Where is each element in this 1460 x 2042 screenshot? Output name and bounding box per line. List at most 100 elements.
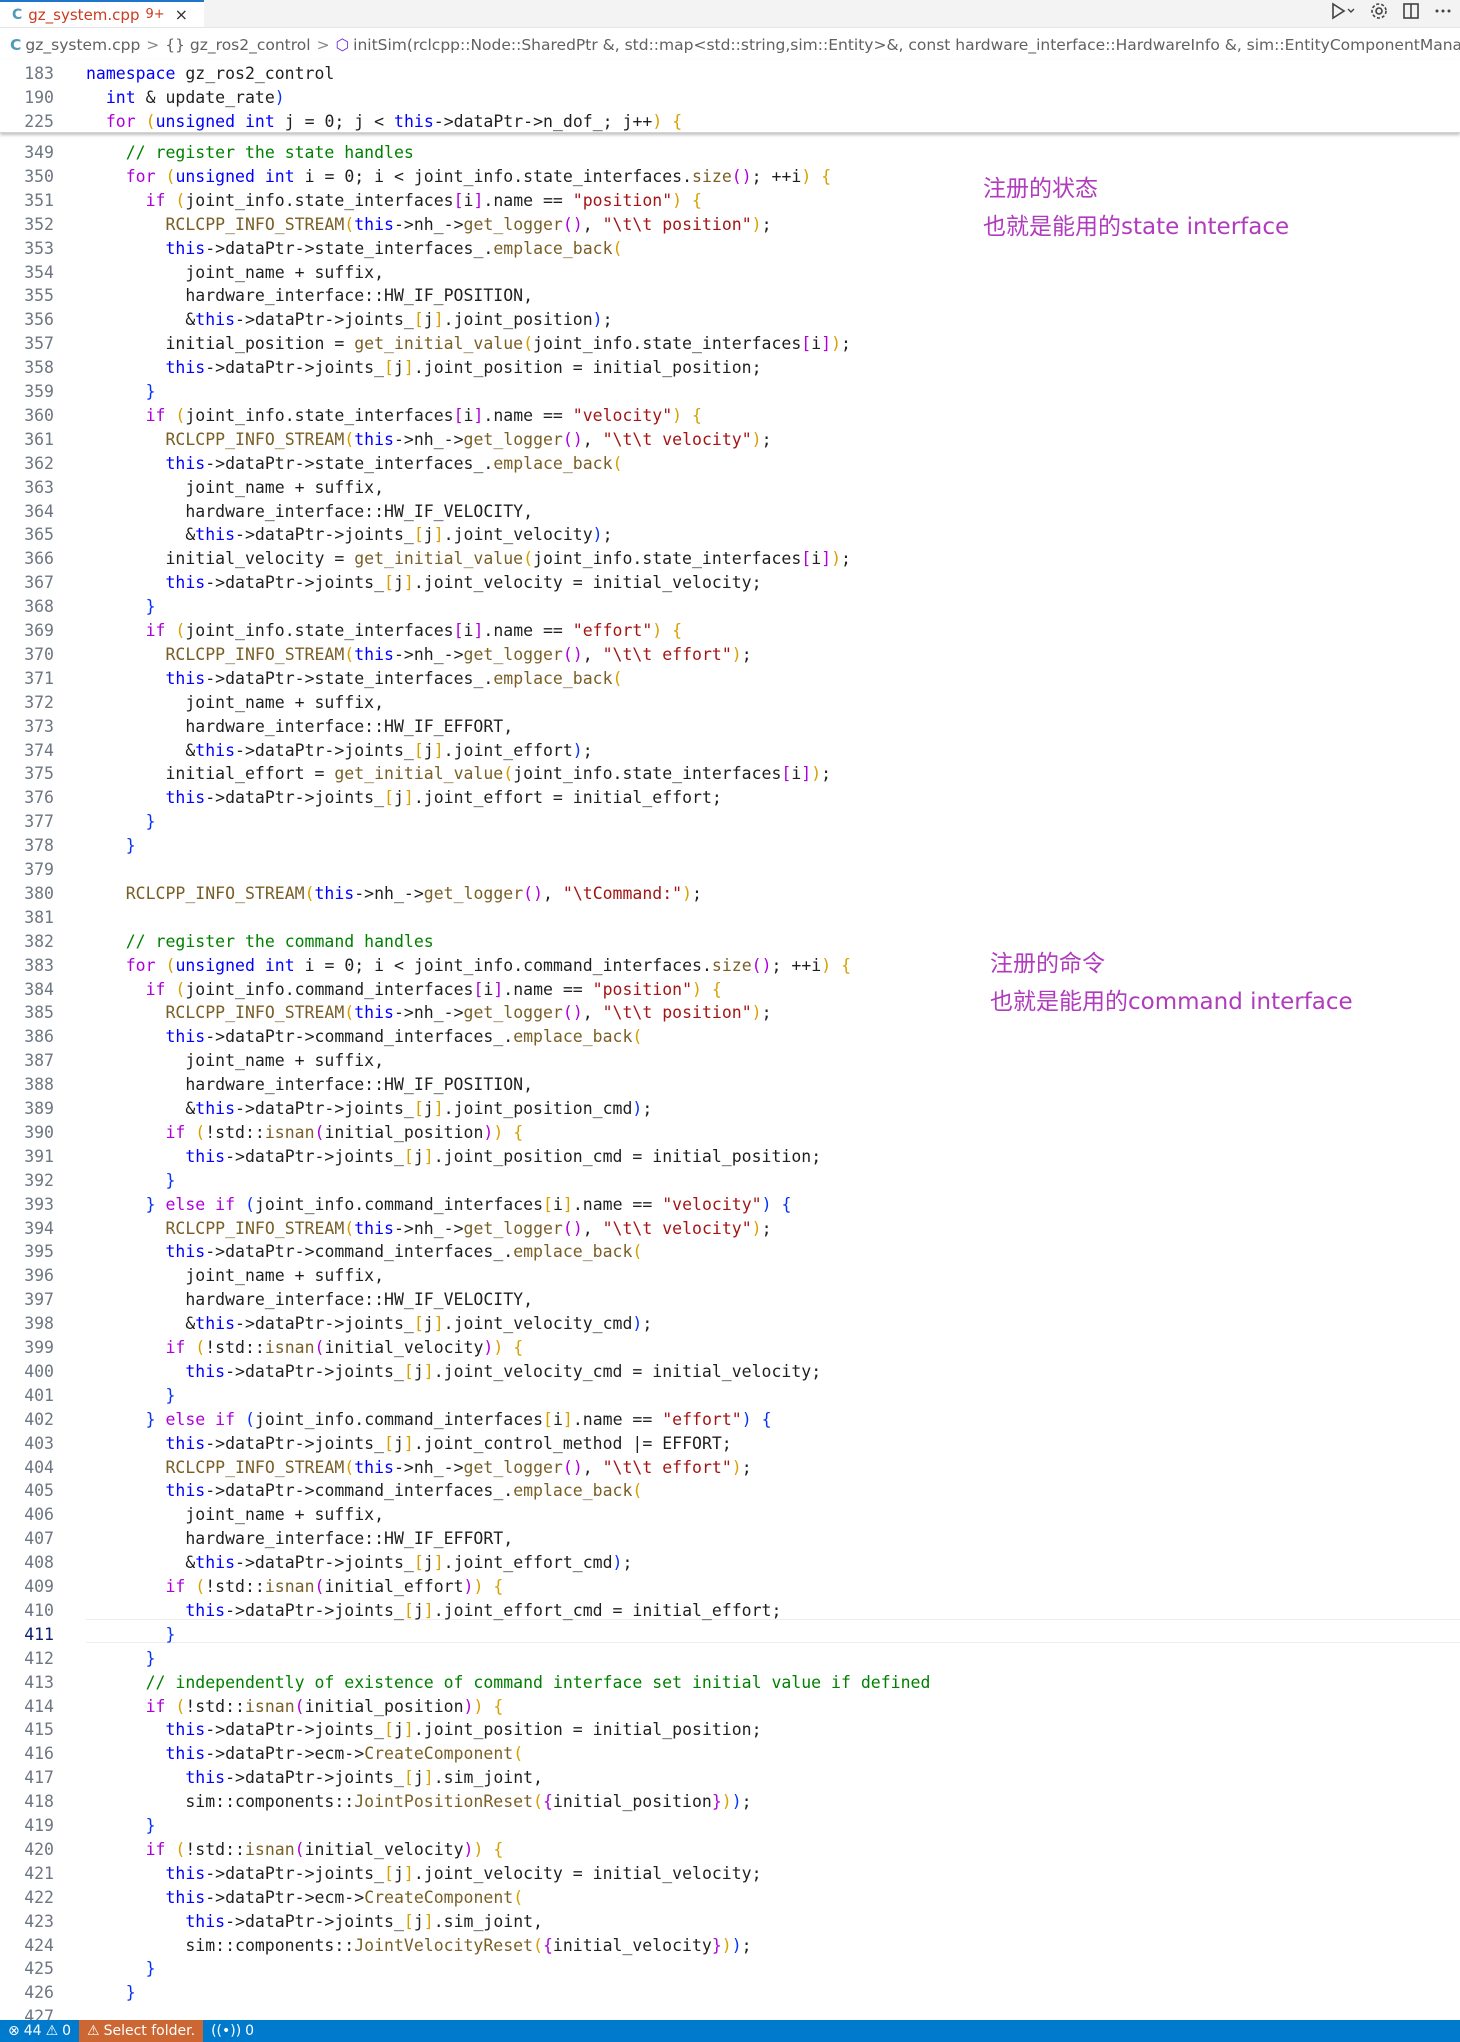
code-line[interactable]: 369 if (joint_info.state_interfaces[i].n… xyxy=(0,619,1460,643)
breadcrumb-symbol[interactable]: initSim(rclcpp::Node::SharedPtr &, std::… xyxy=(353,36,1460,54)
code-line[interactable]: 426 } xyxy=(0,1981,1460,2005)
code-line[interactable]: 364 hardware_interface::HW_IF_VELOCITY, xyxy=(0,500,1460,524)
code-line[interactable]: 379 xyxy=(0,858,1460,882)
code-line[interactable]: 358 this->dataPtr->joints_[j].joint_posi… xyxy=(0,356,1460,380)
code-line[interactable]: 394 RCLCPP_INFO_STREAM(this->nh_->get_lo… xyxy=(0,1217,1460,1241)
code-line[interactable]: 386 this->dataPtr->command_interfaces_.e… xyxy=(0,1025,1460,1049)
code-line[interactable]: 381 xyxy=(0,906,1460,930)
code-line[interactable]: 416 this->dataPtr->ecm->CreateComponent( xyxy=(0,1742,1460,1766)
code-line[interactable]: 411 } xyxy=(0,1623,1460,1647)
more-icon[interactable] xyxy=(1434,2,1452,25)
code-line[interactable]: 376 this->dataPtr->joints_[j].joint_effo… xyxy=(0,786,1460,810)
select-folder-button[interactable]: ⚠ Select folder. xyxy=(79,2020,204,2042)
code-line[interactable]: 362 this->dataPtr->state_interfaces_.emp… xyxy=(0,452,1460,476)
breadcrumb-namespace[interactable]: {} gz_ros2_control xyxy=(165,36,310,54)
chevron-right-icon: > xyxy=(146,36,160,54)
code-line[interactable]: 360 if (joint_info.state_interfaces[i].n… xyxy=(0,404,1460,428)
code-line[interactable]: 395 this->dataPtr->command_interfaces_.e… xyxy=(0,1240,1460,1264)
code-line[interactable]: 367 this->dataPtr->joints_[j].joint_velo… xyxy=(0,571,1460,595)
run-icon[interactable] xyxy=(1330,2,1356,25)
code-line[interactable]: 356 &this->dataPtr->joints_[j].joint_pos… xyxy=(0,308,1460,332)
split-editor-icon[interactable] xyxy=(1402,2,1420,25)
code-line[interactable]: 390 if (!std::isnan(initial_position)) { xyxy=(0,1121,1460,1145)
line-code: for (unsigned int i = 0; i < joint_info.… xyxy=(125,955,852,975)
code-line[interactable]: 377 } xyxy=(0,810,1460,834)
line-code: for (unsigned int j = 0; j < this->dataP… xyxy=(105,112,683,131)
code-line[interactable]: 407 hardware_interface::HW_IF_EFFORT, xyxy=(0,1527,1460,1551)
code-line[interactable]: 410 this->dataPtr->joints_[j].joint_effo… xyxy=(0,1599,1460,1623)
code-line[interactable]: 406 joint_name + suffix, xyxy=(0,1503,1460,1527)
code-line[interactable]: 370 RCLCPP_INFO_STREAM(this->nh_->get_lo… xyxy=(0,643,1460,667)
code-line[interactable]: 419 } xyxy=(0,1814,1460,1838)
ports-status[interactable]: ((•)) 0 xyxy=(203,2020,262,2042)
code-line[interactable]: 408 &this->dataPtr->joints_[j].joint_eff… xyxy=(0,1551,1460,1575)
problems-status[interactable]: ⊗ 44 ⚠ 0 xyxy=(0,2020,79,2042)
code-line[interactable]: 372 joint_name + suffix, xyxy=(0,691,1460,715)
code-line[interactable]: 349 // register the state handles xyxy=(0,141,1460,165)
sticky-code-line[interactable]: 225 for (unsigned int j = 0; j < this->d… xyxy=(0,110,1460,134)
code-line[interactable]: 414 if (!std::isnan(initial_position)) { xyxy=(0,1695,1460,1719)
code-line[interactable]: 393 } else if (joint_info.command_interf… xyxy=(0,1193,1460,1217)
code-line[interactable]: 373 hardware_interface::HW_IF_EFFORT, xyxy=(0,715,1460,739)
sticky-code-line[interactable]: 190 int & update_rate) xyxy=(0,86,1460,110)
code-line[interactable]: 391 this->dataPtr->joints_[j].joint_posi… xyxy=(0,1145,1460,1169)
code-line[interactable]: 404 RCLCPP_INFO_STREAM(this->nh_->get_lo… xyxy=(0,1456,1460,1480)
code-line[interactable]: 403 this->dataPtr->joints_[j].joint_cont… xyxy=(0,1432,1460,1456)
code-line[interactable]: 388 hardware_interface::HW_IF_POSITION, xyxy=(0,1073,1460,1097)
code-line[interactable]: 409 if (!std::isnan(initial_effort)) { xyxy=(0,1575,1460,1599)
breadcrumb-file[interactable]: gz_system.cpp xyxy=(25,36,140,54)
line-number: 366 xyxy=(24,549,54,569)
code-line[interactable]: 359 } xyxy=(0,380,1460,404)
line-number: 378 xyxy=(24,836,54,856)
code-line[interactable]: 405 this->dataPtr->command_interfaces_.e… xyxy=(0,1479,1460,1503)
code-line[interactable]: 387 joint_name + suffix, xyxy=(0,1049,1460,1073)
code-line[interactable]: 423 this->dataPtr->joints_[j].sim_joint, xyxy=(0,1910,1460,1934)
code-line[interactable]: 354 joint_name + suffix, xyxy=(0,261,1460,285)
tab-gz-system-cpp[interactable]: C gz_system.cpp 9+ × xyxy=(0,0,204,27)
code-line[interactable]: 363 joint_name + suffix, xyxy=(0,476,1460,500)
code-line[interactable]: 422 this->dataPtr->ecm->CreateComponent( xyxy=(0,1886,1460,1910)
code-line[interactable]: 413 // independently of existence of com… xyxy=(0,1671,1460,1695)
code-line[interactable]: 399 if (!std::isnan(initial_velocity)) { xyxy=(0,1336,1460,1360)
line-number: 424 xyxy=(24,1935,54,1955)
code-line[interactable]: 398 &this->dataPtr->joints_[j].joint_vel… xyxy=(0,1312,1460,1336)
code-line[interactable]: 425 } xyxy=(0,1957,1460,1981)
code-line[interactable]: 375 initial_effort = get_initial_value(j… xyxy=(0,762,1460,786)
code-line[interactable]: 357 initial_position = get_initial_value… xyxy=(0,332,1460,356)
close-icon[interactable]: × xyxy=(175,5,188,24)
code-line[interactable]: 368 } xyxy=(0,595,1460,619)
line-code: RCLCPP_INFO_STREAM(this->nh_->get_logger… xyxy=(165,644,752,664)
code-line[interactable]: 417 this->dataPtr->joints_[j].sim_joint, xyxy=(0,1766,1460,1790)
line-code: } xyxy=(165,1385,176,1405)
code-line[interactable]: 378 } xyxy=(0,834,1460,858)
code-line[interactable]: 355 hardware_interface::HW_IF_POSITION, xyxy=(0,284,1460,308)
line-code: &this->dataPtr->joints_[j].joint_positio… xyxy=(86,310,613,330)
code-line[interactable]: 361 RCLCPP_INFO_STREAM(this->nh_->get_lo… xyxy=(0,428,1460,452)
code-line[interactable]: 418 sim::components::JointPositionReset(… xyxy=(0,1790,1460,1814)
code-line[interactable]: 424 sim::components::JointVelocityReset(… xyxy=(0,1934,1460,1958)
code-line[interactable]: 412 } xyxy=(0,1647,1460,1671)
sticky-code-line[interactable]: 183 namespace gz_ros2_control xyxy=(0,62,1460,86)
code-line[interactable]: 374 &this->dataPtr->joints_[j].joint_eff… xyxy=(0,739,1460,763)
code-line[interactable]: 392 } xyxy=(0,1169,1460,1193)
code-line[interactable]: 397 hardware_interface::HW_IF_VELOCITY, xyxy=(0,1288,1460,1312)
command-note-line1: 注册的命令 xyxy=(990,951,1105,977)
code-line[interactable]: 396 joint_name + suffix, xyxy=(0,1264,1460,1288)
code-line[interactable]: 415 this->dataPtr->joints_[j].joint_posi… xyxy=(0,1718,1460,1742)
code-line[interactable]: 402 } else if (joint_info.command_interf… xyxy=(0,1408,1460,1432)
code-line[interactable]: 371 this->dataPtr->state_interfaces_.emp… xyxy=(0,667,1460,691)
line-number: 387 xyxy=(24,1051,54,1071)
code-line[interactable]: 380 RCLCPP_INFO_STREAM(this->nh_->get_lo… xyxy=(0,882,1460,906)
line-number: 374 xyxy=(24,740,54,760)
code-line[interactable]: 401 } xyxy=(0,1384,1460,1408)
gear-icon[interactable] xyxy=(1370,2,1388,25)
code-line[interactable]: 389 &this->dataPtr->joints_[j].joint_pos… xyxy=(0,1097,1460,1121)
line-number: 400 xyxy=(24,1361,54,1381)
code-line[interactable]: 366 initial_velocity = get_initial_value… xyxy=(0,547,1460,571)
code-line[interactable]: 400 this->dataPtr->joints_[j].joint_velo… xyxy=(0,1360,1460,1384)
code-line[interactable]: 365 &this->dataPtr->joints_[j].joint_vel… xyxy=(0,523,1460,547)
code-line[interactable]: 421 this->dataPtr->joints_[j].joint_velo… xyxy=(0,1862,1460,1886)
line-code: this->dataPtr->joints_[j].joint_velocity… xyxy=(165,573,762,593)
code-line[interactable]: 420 if (!std::isnan(initial_velocity)) { xyxy=(0,1838,1460,1862)
line-code: if (!std::isnan(initial_velocity)) { xyxy=(165,1338,524,1357)
